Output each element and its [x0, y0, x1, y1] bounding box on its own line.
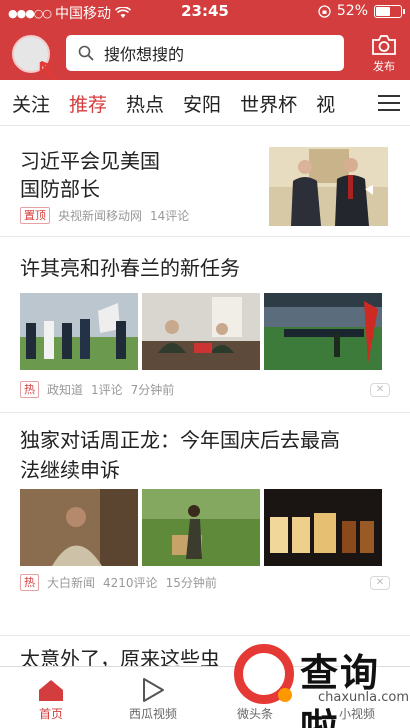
- play-icon: [143, 678, 164, 702]
- camera-icon: [372, 35, 396, 55]
- article-time: 15分钟前: [165, 576, 217, 590]
- dismiss-button[interactable]: ✕: [370, 576, 390, 590]
- article-comments: 1评论: [91, 383, 123, 397]
- search-icon: [78, 45, 94, 61]
- watermark-domain: chaxunla.com: [318, 690, 409, 705]
- close-icon: ✕: [375, 577, 385, 588]
- article-source: 央视新闻移动网: [58, 209, 143, 223]
- article-image[interactable]: [142, 293, 260, 370]
- battery-percent: 52%: [336, 3, 368, 19]
- app-header: ●●●○○ 中国移动 23:45 52% 搜你想搜的 发布: [0, 0, 410, 88]
- article-source: 政知道: [47, 383, 84, 397]
- nav-home[interactable]: 首页: [0, 667, 102, 728]
- menu-icon: [378, 90, 400, 116]
- channel-menu-button[interactable]: [368, 80, 410, 125]
- hot-badge: 热: [20, 574, 39, 591]
- article-image[interactable]: [142, 489, 260, 566]
- tab-video[interactable]: 视: [316, 90, 335, 117]
- stadium-photo-icon: [264, 293, 382, 370]
- article-meta: 置顶 央视新闻移动网 14评论: [20, 207, 189, 224]
- publish-button[interactable]: 发布: [364, 34, 404, 74]
- meeting-photo-icon: [269, 147, 388, 226]
- parade-photo-icon: [20, 293, 138, 370]
- article-images: [20, 489, 382, 566]
- list-item[interactable]: 独家对话周正龙：今年国庆后去最高 法继续申诉 热 大白新闻 4210评论 15分…: [0, 413, 410, 636]
- tab-world-cup[interactable]: 世界杯: [240, 90, 297, 117]
- tab-recommend[interactable]: 推荐: [69, 90, 107, 117]
- hot-badge: 热: [20, 381, 39, 398]
- meeting-room-photo-icon: [142, 293, 260, 370]
- search-bar[interactable]: 搜你想搜的: [66, 35, 344, 71]
- article-meta: 热 大白新闻 4210评论 15分钟前: [20, 574, 217, 591]
- publish-label: 发布: [373, 60, 395, 73]
- watermark-logo: 查询啦 chaxunla.com: [228, 636, 409, 728]
- article-time: 7分钟前: [130, 383, 175, 397]
- status-bar: ●●●○○ 中国移动 23:45 52%: [0, 0, 410, 24]
- search-placeholder: 搜你想搜的: [104, 45, 185, 64]
- list-item[interactable]: 习近平会见美国 国防部长 置顶 央视新闻移动网 14评论: [0, 127, 410, 237]
- bee-farm-photo-icon: [142, 489, 260, 566]
- tab-hot[interactable]: 热点: [126, 90, 164, 117]
- channel-tabs: 关注 推荐 热点 安阳 世界杯 视: [0, 80, 410, 126]
- home-icon: [39, 680, 63, 701]
- article-title: 习近平会见美国 国防部长: [20, 149, 160, 201]
- article-images: [20, 293, 382, 370]
- article-image[interactable]: [20, 293, 138, 370]
- nav-xigua-video[interactable]: 西瓜视频: [102, 667, 204, 728]
- dismiss-button[interactable]: ✕: [370, 383, 390, 397]
- article-title: 许其亮和孙春兰的新任务: [20, 256, 240, 280]
- pinned-badge: 置顶: [20, 207, 50, 224]
- orientation-lock-icon: [318, 4, 331, 18]
- honey-jars-photo-icon: [264, 489, 382, 566]
- nav-home-label: 首页: [38, 707, 63, 721]
- news-feed: 习近平会见美国 国防部长 置顶 央视新闻移动网 14评论 许其亮和孙春兰的新任务: [0, 127, 410, 696]
- nav-xigua-label: 西瓜视频: [128, 707, 177, 721]
- article-image[interactable]: [264, 293, 382, 370]
- tab-anyang[interactable]: 安阳: [183, 90, 221, 117]
- article-image[interactable]: [20, 489, 138, 566]
- battery-icon: [374, 4, 405, 18]
- article-thumbnail[interactable]: [269, 147, 388, 226]
- article-meta: 热 政知道 1评论 7分钟前: [20, 381, 174, 398]
- interview-photo-icon: [20, 489, 138, 566]
- watermark-name: 查询啦: [300, 651, 381, 728]
- article-source: 大白新闻: [47, 576, 96, 590]
- tab-follow[interactable]: 关注: [12, 90, 50, 117]
- article-comments: 4210评论: [103, 576, 158, 590]
- article-title: 独家对话周正龙：今年国庆后去最高 法继续申诉: [20, 428, 340, 482]
- article-comments: 14评论: [150, 209, 190, 223]
- close-icon: ✕: [375, 384, 385, 395]
- list-item[interactable]: 许其亮和孙春兰的新任务 热 政知道 1评论 7分钟前 ✕: [0, 237, 410, 413]
- article-image[interactable]: [264, 489, 382, 566]
